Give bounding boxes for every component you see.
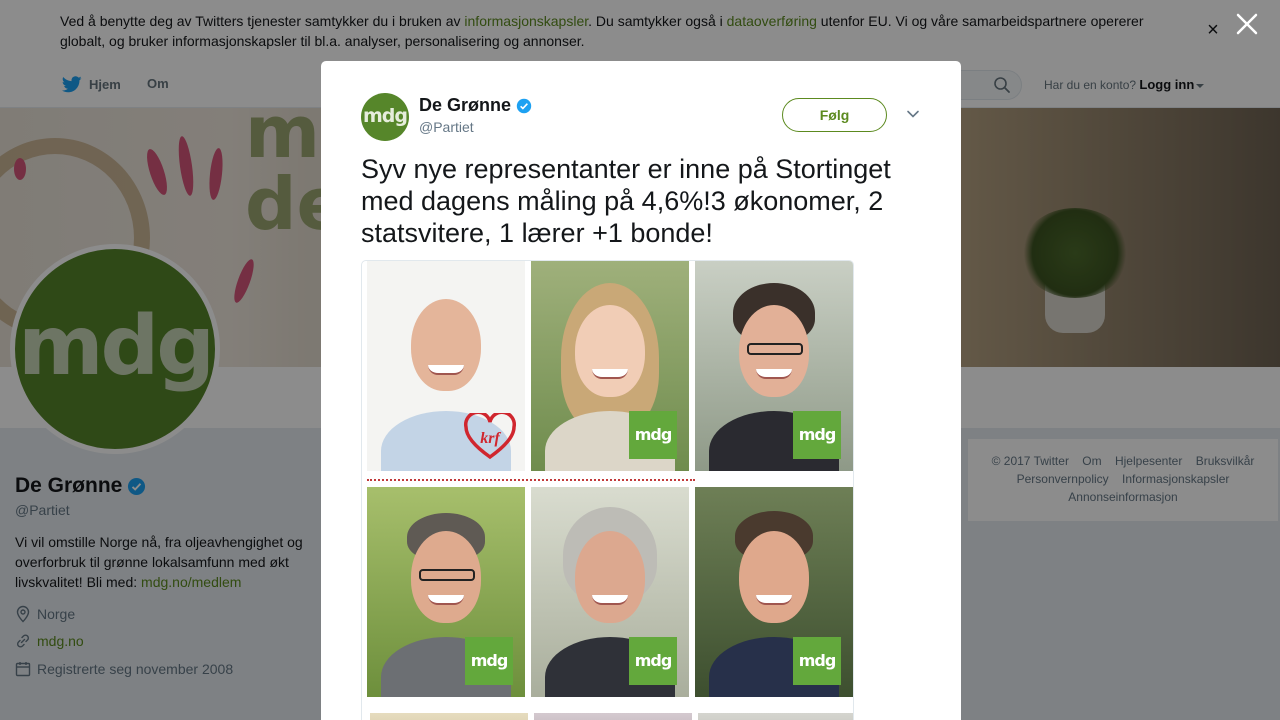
candidate-photo: mdg (695, 487, 853, 697)
photo-smile (592, 369, 628, 379)
mdg-badge: mdg (629, 637, 677, 685)
mdg-badge: mdg (793, 637, 841, 685)
candidate-photo (698, 713, 853, 720)
mdg-badge-text: mdg (470, 650, 509, 670)
tweet-modal: mdg De Grønne @Partiet Følg Syv nye repr… (321, 61, 961, 720)
tweet-author-avatar[interactable]: mdg (361, 93, 409, 141)
candidate-photo (370, 713, 528, 720)
photo-face (575, 531, 645, 623)
tweet-author-handle: @Partiet (419, 119, 474, 135)
mdg-badge-text: mdg (798, 424, 837, 444)
krf-logo-text: krf (480, 430, 501, 447)
photo-smile (756, 595, 792, 605)
krf-heart-logo: krf (464, 413, 516, 460)
tweet-author-name[interactable]: De Grønne (419, 95, 532, 116)
tweet-avatar-logo-text: mdg (363, 104, 408, 127)
photo-face (575, 305, 645, 397)
photo-smile (592, 595, 628, 605)
candidate-photo: mdg (531, 487, 689, 697)
candidate-photo: mdg (695, 261, 853, 471)
follow-button[interactable]: Følg (782, 98, 887, 132)
tweet-photo[interactable]: krf mdg mdg mdg mdg mdg (361, 260, 854, 720)
chevron-down-icon[interactable] (906, 109, 920, 119)
mdg-badge: mdg (629, 411, 677, 459)
mdg-badge-text: mdg (634, 650, 673, 670)
photo-smile (428, 365, 464, 375)
tweet-text: Syv nye representanter er inne på Storti… (361, 154, 891, 248)
photo-smile (756, 369, 792, 379)
mdg-badge-text: mdg (798, 650, 837, 670)
candidate-photo: krf (367, 261, 525, 471)
photo-glasses (747, 343, 803, 355)
photo-face (739, 531, 809, 623)
mdg-badge: mdg (793, 411, 841, 459)
mdg-badge: mdg (465, 637, 513, 685)
candidate-photo: mdg (531, 261, 689, 471)
photo-glasses (419, 569, 475, 581)
mdg-badge-text: mdg (634, 424, 673, 444)
photo-face (411, 299, 481, 391)
tweet-author-name-text: De Grønne (419, 95, 512, 115)
dotted-divider (367, 479, 695, 481)
photo-smile (428, 595, 464, 605)
verified-badge-icon (516, 98, 532, 113)
candidate-photo (534, 713, 692, 720)
candidate-photo: mdg (367, 487, 525, 697)
close-icon[interactable] (1234, 11, 1260, 37)
